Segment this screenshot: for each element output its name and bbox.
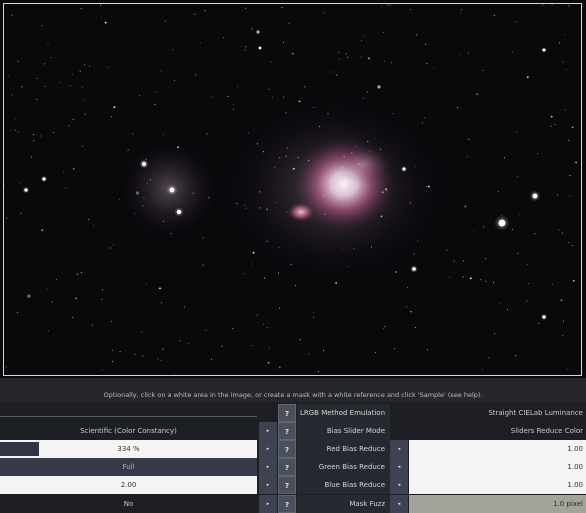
label-lrgb-method: LRGB Method Emulation xyxy=(297,404,390,422)
label-mask-fuzz: Mask Fuzz xyxy=(297,495,390,513)
nebula-image xyxy=(4,4,581,375)
chevron-right-icon: ▸ xyxy=(266,446,270,452)
help-button-red[interactable]: ? xyxy=(278,440,296,458)
hint-text: Optionally, click on a white area in the… xyxy=(103,391,483,399)
astro-image[interactable] xyxy=(3,3,582,376)
help-icon: ? xyxy=(284,464,290,472)
help-icon: ? xyxy=(284,501,290,509)
green-bias-select[interactable]: Full xyxy=(0,458,257,476)
chevron-right-icon: ▸ xyxy=(266,428,270,434)
blue-bias-input[interactable]: 1.00 xyxy=(409,476,586,494)
mask-select[interactable]: No xyxy=(0,495,257,513)
row-lrgb-method: ? LRGB Method Emulation Straight CIELab … xyxy=(0,404,586,422)
arrow-button-bias-mode[interactable]: ▸ xyxy=(259,422,277,440)
row-blue-bias: 2.00 ▸ ? Blue Bias Reduce ◂ 1.00 xyxy=(0,476,586,494)
help-button-lrgb[interactable]: ? xyxy=(278,404,296,422)
row-mask-fuzz: No ▸ ? Mask Fuzz ◂ 1.0 pixel xyxy=(0,495,586,513)
help-icon: ? xyxy=(284,428,290,436)
row-bias-slider-mode: Scientific (Color Constancy) ▸ ? Bias Sl… xyxy=(0,422,586,440)
lrgb-left-divider xyxy=(0,416,257,418)
help-button-green[interactable]: ? xyxy=(278,458,296,476)
mask-fuzz-input[interactable]: 1.0 pixel xyxy=(409,495,586,513)
row-red-bias: 334 % ▸ ? Red Bias Reduce ◂ 1.00 xyxy=(0,440,586,458)
help-icon: ? xyxy=(284,446,290,454)
left-arrow-green[interactable]: ◂ xyxy=(390,458,408,476)
red-bias-input[interactable]: 1.00 xyxy=(409,440,586,458)
chevron-right-icon: ▸ xyxy=(266,501,270,507)
help-icon: ? xyxy=(284,410,290,418)
bias-slider-mode-select[interactable]: Sliders Reduce Color xyxy=(409,422,586,440)
chevron-left-icon: ◂ xyxy=(397,482,401,488)
image-viewer[interactable] xyxy=(0,0,586,378)
help-button-mask[interactable]: ? xyxy=(278,495,296,513)
blue-bias-input-left[interactable]: 2.00 xyxy=(0,476,257,494)
chevron-left-icon: ◂ xyxy=(397,464,401,470)
chevron-left-icon: ◂ xyxy=(397,446,401,452)
red-bias-value: 334 % xyxy=(117,445,140,453)
label-blue-bias: Blue Bias Reduce xyxy=(297,476,390,494)
chevron-right-icon: ▸ xyxy=(266,482,270,488)
arrow-button-red[interactable]: ▸ xyxy=(259,440,277,458)
left-arrow-blue[interactable]: ◂ xyxy=(390,476,408,494)
row-green-bias: Full ▸ ? Green Bias Reduce ◂ 1.00 xyxy=(0,458,586,476)
label-green-bias: Green Bias Reduce xyxy=(297,458,390,476)
chevron-left-icon: ◂ xyxy=(397,501,401,507)
help-button-blue[interactable]: ? xyxy=(278,476,296,494)
help-button-bias-mode[interactable]: ? xyxy=(278,422,296,440)
label-bias-slider-mode: Bias Slider Mode xyxy=(297,422,390,440)
help-icon: ? xyxy=(284,482,290,490)
color-mode-select[interactable]: Scientific (Color Constancy) xyxy=(0,422,257,440)
left-arrow-mask[interactable]: ◂ xyxy=(390,495,408,513)
arrow-button-green[interactable]: ▸ xyxy=(259,458,277,476)
left-arrow-red[interactable]: ◂ xyxy=(390,440,408,458)
lrgb-method-select[interactable]: Straight CIELab Luminance xyxy=(409,404,586,422)
label-red-bias: Red Bias Reduce xyxy=(297,440,390,458)
arrow-button-mask[interactable]: ▸ xyxy=(259,495,277,513)
chevron-right-icon: ▸ xyxy=(266,464,270,470)
green-bias-input[interactable]: 1.00 xyxy=(409,458,586,476)
red-bias-slider[interactable]: 334 % xyxy=(0,440,257,458)
arrow-button-blue[interactable]: ▸ xyxy=(259,476,277,494)
